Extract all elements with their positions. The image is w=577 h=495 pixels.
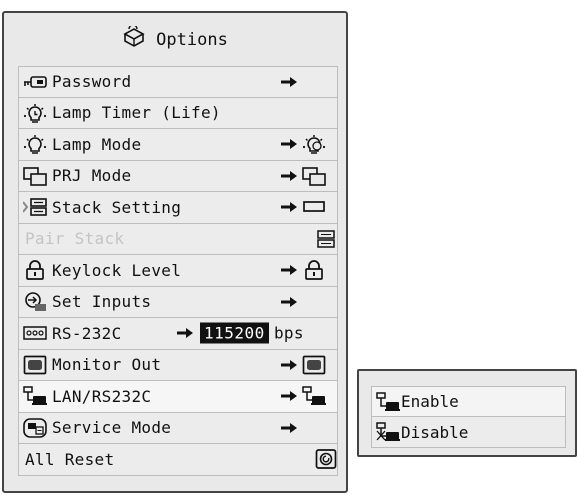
arrow-right-icon xyxy=(281,390,297,402)
lamp-mode-icon xyxy=(23,134,47,154)
baud-rate-value[interactable]: 115200 xyxy=(200,322,269,344)
keylock-icon xyxy=(23,260,47,280)
menu-item-label: Lamp Timer (Life) xyxy=(52,103,221,123)
lan-icon xyxy=(23,386,47,406)
arrow-right-icon xyxy=(281,138,297,150)
menu-item-lamp-mode[interactable]: Lamp Mode xyxy=(18,129,338,161)
menu-item-label: Set Inputs xyxy=(52,292,152,312)
lamp-timer-icon xyxy=(23,103,47,123)
prj-mode-icon xyxy=(23,166,47,186)
menu-item-label: Keylock Level xyxy=(52,260,182,280)
submenu-list: Enable Disable xyxy=(371,386,566,448)
submenu-item-label: Disable xyxy=(401,422,469,442)
lan-enable-icon xyxy=(376,392,400,412)
menu-item-prj-mode[interactable]: PRJ Mode xyxy=(18,160,338,192)
menu-item-keylock-level[interactable]: Keylock Level xyxy=(18,255,338,287)
menu-item-label: Service Mode xyxy=(52,418,172,438)
arrow-right-icon xyxy=(281,201,297,213)
keylock-value-icon xyxy=(302,260,326,280)
menu-item-label: Pair Stack xyxy=(25,229,125,249)
menu-item-label: LAN/RS232C xyxy=(52,386,152,406)
menu-list: Password Lamp Timer (Life) Lamp Mode PRJ… xyxy=(18,66,338,476)
menu-item-label: All Reset xyxy=(25,449,115,469)
menu-item-label: Stack Setting xyxy=(52,197,182,217)
arrow-right-icon xyxy=(281,76,297,88)
arrow-right-icon xyxy=(281,170,297,182)
submenu-item-enable[interactable]: Enable xyxy=(371,386,566,417)
menu-item-label: Monitor Out xyxy=(52,355,162,375)
submenu-item-label: Enable xyxy=(401,392,459,411)
menu-item-rs232c[interactable]: RS-232C 115200 bps xyxy=(18,318,338,350)
prj-mode-value-icon xyxy=(302,166,326,186)
menu-item-service-mode[interactable]: Service Mode xyxy=(18,412,338,444)
submenu-item-disable[interactable]: Disable xyxy=(371,417,566,448)
set-inputs-icon xyxy=(23,291,47,312)
menu-item-label: Password xyxy=(52,72,132,92)
menu-item-monitor-out[interactable]: Monitor Out xyxy=(18,349,338,381)
rs232c-icon xyxy=(23,323,47,343)
lan-disable-icon xyxy=(376,422,400,442)
monitor-out-icon xyxy=(23,355,47,375)
arrow-right-icon xyxy=(281,422,297,434)
menu-item-pair-stack: Pair Stack xyxy=(18,223,338,255)
menu-item-label: RS-232C xyxy=(52,323,122,343)
arrow-right-icon xyxy=(177,327,193,339)
arrow-right-icon xyxy=(281,264,297,276)
service-mode-icon xyxy=(23,417,47,438)
menu-item-label: PRJ Mode xyxy=(52,166,132,186)
menu-title-text: Options xyxy=(156,29,228,50)
menu-item-set-inputs[interactable]: Set Inputs xyxy=(18,286,338,318)
stack-value-icon xyxy=(302,197,326,217)
lamp-mode-value-icon xyxy=(302,134,326,154)
monitor-out-value-icon xyxy=(302,355,326,375)
baud-rate-unit: bps xyxy=(274,323,304,343)
options-icon xyxy=(122,24,146,53)
password-key-icon xyxy=(23,72,47,92)
pair-stack-icon xyxy=(314,229,338,249)
lan-rs232c-submenu: Enable Disable xyxy=(357,369,577,457)
reset-icon[interactable] xyxy=(314,449,338,470)
menu-title: Options xyxy=(4,13,346,66)
menu-item-lamp-timer[interactable]: Lamp Timer (Life) xyxy=(18,97,338,129)
options-menu: Options Password Lamp Timer (Life) Lamp … xyxy=(2,11,348,493)
stack-setting-icon xyxy=(23,197,47,217)
menu-item-all-reset[interactable]: All Reset xyxy=(18,444,338,476)
menu-item-stack-setting[interactable]: Stack Setting xyxy=(18,192,338,224)
arrow-right-icon xyxy=(281,296,297,308)
menu-item-label: Lamp Mode xyxy=(52,134,142,154)
menu-item-lan-rs232c[interactable]: LAN/RS232C xyxy=(18,381,338,413)
lan-value-icon xyxy=(302,386,326,406)
menu-item-password[interactable]: Password xyxy=(18,66,338,98)
arrow-right-icon xyxy=(281,359,297,371)
